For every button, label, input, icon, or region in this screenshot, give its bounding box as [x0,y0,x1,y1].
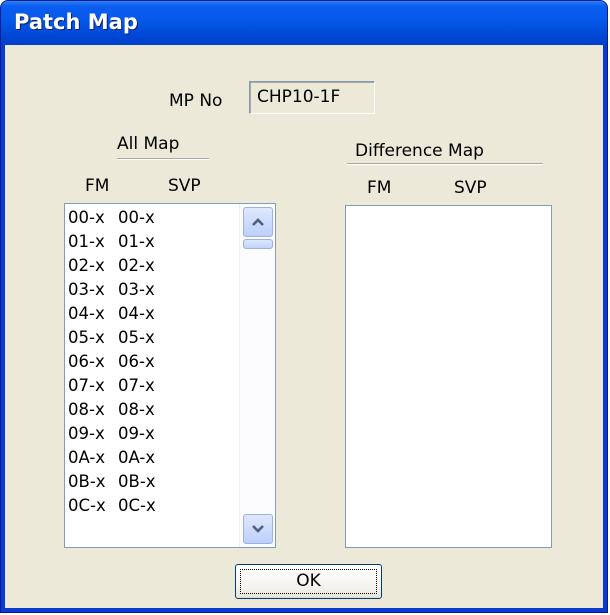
fm-cell: 0B-x [68,472,106,491]
fm-cell: 09-x [68,424,105,443]
mp-no-label: MP No [169,91,223,111]
svp-cell: 0C-x [118,496,156,515]
fm-cell: 01-x [68,232,105,251]
list-item[interactable]: 03-x 03-x [68,278,235,302]
list-item[interactable]: 07-x 07-x [68,374,235,398]
difference-map-svp-header: SVP [454,178,487,198]
difference-map-underline [347,163,543,165]
all-map-svp-header: SVP [168,176,201,196]
fm-cell: 07-x [68,376,105,395]
list-item[interactable]: 08-x 08-x [68,398,235,422]
all-map-fm-header: FM [85,176,110,196]
list-item[interactable]: 05-x 05-x [68,326,235,350]
svp-cell: 07-x [118,376,155,395]
svp-cell: 01-x [118,232,155,251]
fm-cell: 00-x [68,208,105,227]
all-map-rows: 00-x 00-x 01-x 01-x 02-x 02-x 03-x 03-x 04-x 04-x… [68,206,235,518]
all-map-title: All Map [117,134,180,154]
mp-no-field: CHP10-1F [249,81,375,114]
fm-cell: 0A-x [68,448,106,467]
difference-map-title: Difference Map [355,141,484,161]
dialog-body: MP No CHP10-1F All Map FM SVP 00-x 00-x 01… [5,45,603,608]
fm-cell: 02-x [68,256,105,275]
ok-button[interactable]: OK [235,564,382,599]
svp-cell: 02-x [118,256,155,275]
chevron-down-icon [252,525,264,533]
list-item[interactable]: 0C-x 0C-x [68,494,235,518]
svp-cell: 0B-x [118,472,156,491]
scroll-up-button[interactable] [243,207,273,237]
svp-cell: 04-x [118,304,155,323]
list-item[interactable]: 0A-x 0A-x [68,446,235,470]
difference-map-list[interactable] [345,205,552,548]
all-map-scrollbar[interactable] [239,204,275,547]
svp-cell: 0A-x [118,448,156,467]
svp-cell: 05-x [118,328,155,347]
svp-cell: 09-x [118,424,155,443]
list-item[interactable]: 02-x 02-x [68,254,235,278]
fm-cell: 05-x [68,328,105,347]
ok-button-label: OK [296,571,321,591]
fm-cell: 0C-x [68,496,106,515]
svp-cell: 00-x [118,208,155,227]
svp-cell: 03-x [118,280,155,299]
chevron-up-icon [252,218,264,226]
list-item[interactable]: 00-x 00-x [68,206,235,230]
fm-cell: 08-x [68,400,105,419]
title-bar[interactable]: Patch Map [1,1,607,45]
difference-map-fm-header: FM [367,178,392,198]
list-item[interactable]: 06-x 06-x [68,350,235,374]
fm-cell: 04-x [68,304,105,323]
list-item[interactable]: 04-x 04-x [68,302,235,326]
list-item[interactable]: 0B-x 0B-x [68,470,235,494]
fm-cell: 06-x [68,352,105,371]
svp-cell: 06-x [118,352,155,371]
all-map-underline [117,158,209,160]
list-item[interactable]: 01-x 01-x [68,230,235,254]
list-item[interactable]: 09-x 09-x [68,422,235,446]
fm-cell: 03-x [68,280,105,299]
scroll-down-button[interactable] [243,514,273,544]
window-title: Patch Map [14,10,138,34]
all-map-list[interactable]: 00-x 00-x 01-x 01-x 02-x 02-x 03-x 03-x 04-x 04-x… [64,203,276,548]
svp-cell: 08-x [118,400,155,419]
patch-map-dialog: Patch Map MP No CHP10-1F All Map FM SVP … [0,0,608,613]
scroll-thumb[interactable] [243,239,273,249]
